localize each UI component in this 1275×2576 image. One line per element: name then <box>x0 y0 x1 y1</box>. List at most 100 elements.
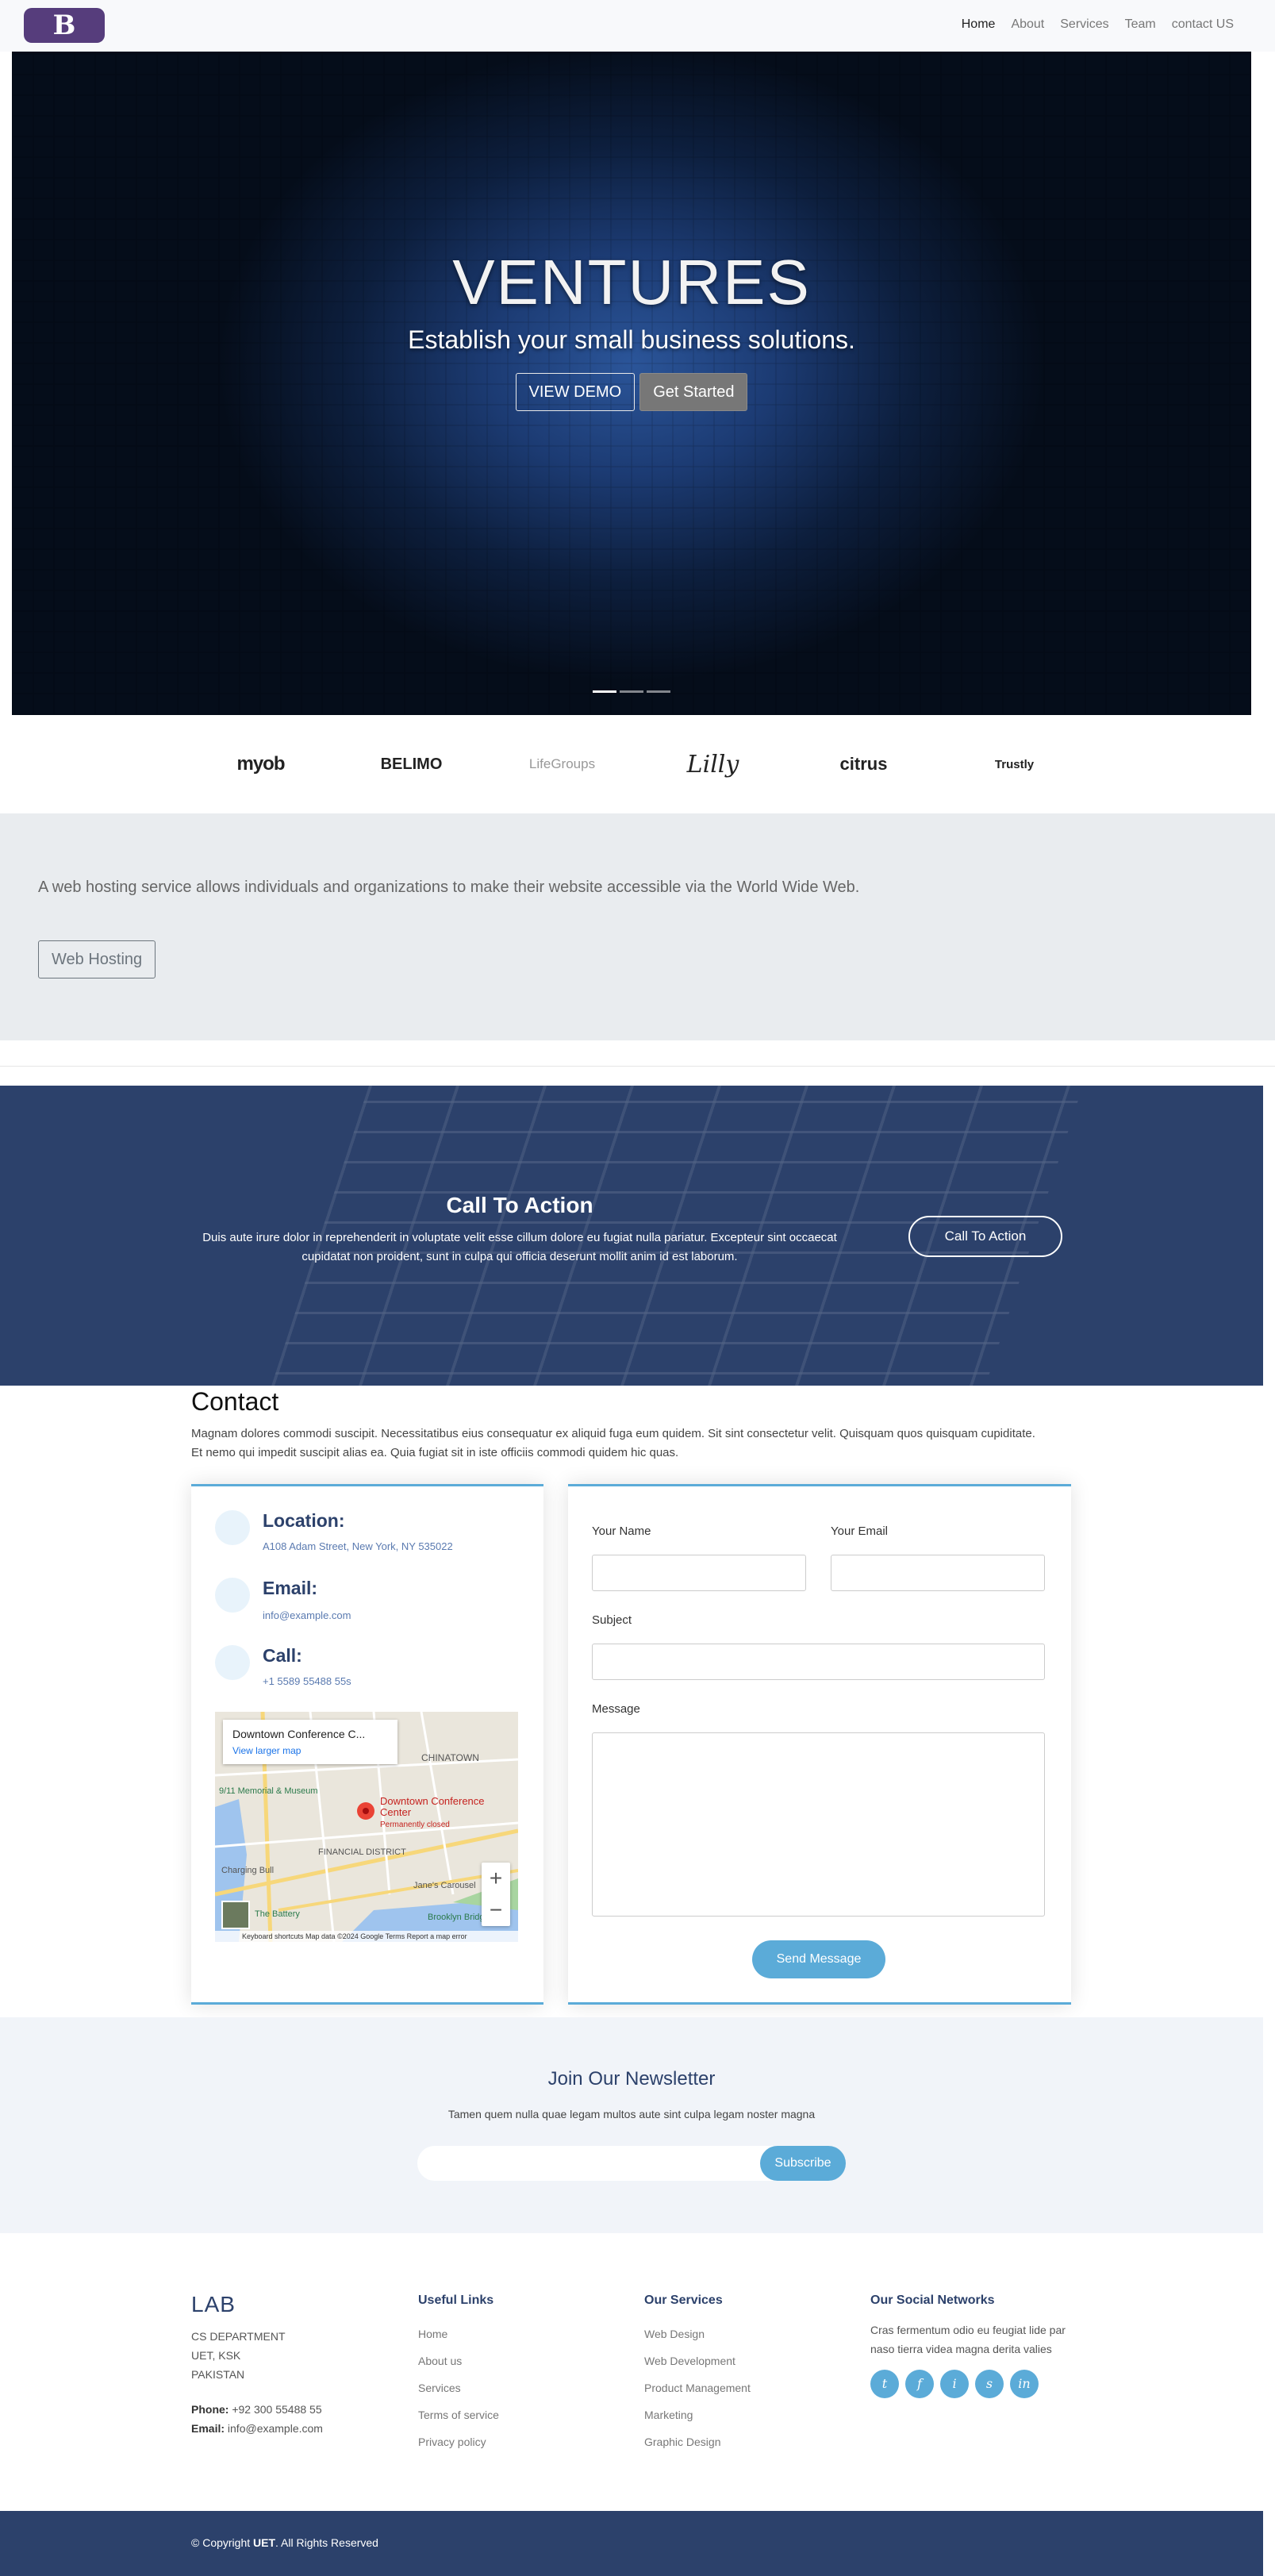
copyright-suffix: . All Rights Reserved <box>275 2536 378 2549</box>
carousel-indicator-3[interactable] <box>647 690 670 693</box>
newsletter-title: Join Our Newsletter <box>547 2068 716 2090</box>
footer-link-services[interactable]: Services <box>418 2374 499 2401</box>
footer-link-home[interactable]: Home <box>418 2320 499 2347</box>
location-icon <box>215 1510 250 1545</box>
instagram-icon[interactable]: i <box>940 2370 969 2398</box>
name-label: Your Name <box>592 1524 651 1538</box>
our-services: Our Services Web Design Web Development … <box>644 2293 751 2455</box>
footer-link-about[interactable]: About us <box>418 2347 499 2374</box>
brand-logo[interactable]: B <box>24 8 105 43</box>
map-label-carousel: Jane's Carousel <box>413 1881 476 1890</box>
map-label-financial-district: FINANCIAL DISTRICT <box>318 1847 406 1857</box>
client-logo-belimo: BELIMO <box>380 755 443 773</box>
nav-services[interactable]: Services <box>1060 17 1108 32</box>
view-demo-button[interactable]: VIEW DEMO <box>515 373 636 411</box>
name-field[interactable] <box>592 1555 806 1591</box>
client-logo-myob: myob <box>236 753 285 775</box>
footer-brand: LAB <box>191 2292 236 2316</box>
email-field-label: Your Email <box>831 1524 888 1538</box>
send-message-button[interactable]: Send Message <box>752 1940 885 1978</box>
call-value: +1 5589 55488 55s <box>263 1675 351 1687</box>
zoom-out-button[interactable]: − <box>482 1894 510 1926</box>
service-graphic-design[interactable]: Graphic Design <box>644 2428 751 2455</box>
map-pin-status: Permanently closed <box>380 1821 450 1829</box>
map-label-battery: The Battery <box>255 1909 300 1919</box>
embedded-map[interactable]: CHINATOWN FINANCIAL DISTRICT 9/11 Memori… <box>215 1712 518 1942</box>
footer-link-privacy[interactable]: Privacy policy <box>418 2428 499 2455</box>
carousel-indicator-1[interactable] <box>593 690 616 693</box>
call-label: Call: <box>263 1645 302 1666</box>
email-value: info@example.com <box>263 1609 351 1621</box>
social-icons: t f i s in <box>870 2370 1077 2398</box>
get-started-button[interactable]: Get Started <box>639 373 748 411</box>
web-hosting-button[interactable]: Web Hosting <box>38 940 156 978</box>
nav-about[interactable]: About <box>1011 17 1044 32</box>
email-field[interactable] <box>831 1555 1045 1591</box>
client-logo-lifegroups: LifeGroups <box>528 756 596 771</box>
view-larger-map-link[interactable]: View larger map <box>232 1745 301 1756</box>
hero-title: VENTURES <box>452 247 811 317</box>
newsletter-form: Subscribe <box>417 2146 846 2181</box>
nav-team[interactable]: Team <box>1125 17 1156 32</box>
hero-subtitle: Establish your small business solutions. <box>408 325 855 354</box>
subscribe-button[interactable]: Subscribe <box>760 2146 846 2181</box>
map-label-chinatown: CHINATOWN <box>421 1752 479 1763</box>
social-networks-title: Our Social Networks <box>870 2293 995 2307</box>
facebook-icon[interactable]: f <box>905 2370 934 2398</box>
nav-contact[interactable]: contact US <box>1172 17 1234 32</box>
service-web-design[interactable]: Web Design <box>644 2320 751 2347</box>
footer-address: CS DEPARTMENT UET, KSK PAKISTAN <box>191 2327 323 2384</box>
hero-carousel: VENTURES Establish your small business s… <box>12 52 1251 715</box>
client-logos: myob BELIMO LifeGroups Lilly citrus Trus… <box>0 715 1275 813</box>
skype-icon[interactable]: s <box>975 2370 1004 2398</box>
social-networks: Our Social Networks Cras fermentum odio … <box>870 2293 1077 2398</box>
hero-buttons: VIEW DEMO Get Started <box>12 373 1251 411</box>
subject-field[interactable] <box>592 1644 1045 1680</box>
copyright-brand: UET <box>253 2536 276 2549</box>
useful-links: Useful Links Home About us Services Term… <box>418 2293 499 2455</box>
email-label: Email: <box>191 2422 225 2435</box>
contact-title: Contact <box>191 1387 279 1416</box>
footer-link-terms[interactable]: Terms of service <box>418 2401 499 2428</box>
location-label: Location: <box>263 1510 345 1531</box>
carousel-indicators <box>12 690 1251 693</box>
client-logo-citrus: citrus <box>839 754 888 774</box>
map-label-charging-bull: Charging Bull <box>221 1866 274 1875</box>
footer-email: info@example.com <box>227 2422 323 2435</box>
service-marketing[interactable]: Marketing <box>644 2401 751 2428</box>
map-pin-title: Downtown Conference Center <box>380 1795 485 1818</box>
service-web-development[interactable]: Web Development <box>644 2347 751 2374</box>
email-icon <box>215 1578 250 1613</box>
cta-section: Call To Action Duis aute irure dolor in … <box>0 1086 1263 1386</box>
client-logo-trustly: Trustly <box>994 757 1035 771</box>
call-to-action-button[interactable]: Call To Action <box>908 1216 1062 1257</box>
client-logo-lilly: Lilly <box>686 750 739 779</box>
cta-title: Call To Action <box>446 1193 593 1217</box>
address-line: UET, KSK <box>191 2349 241 2362</box>
footer: LAB CS DEPARTMENT UET, KSK PAKISTAN Phon… <box>0 2233 1263 2511</box>
message-field[interactable] <box>592 1732 1045 1917</box>
map-satellite-toggle[interactable] <box>221 1901 250 1929</box>
newsletter-section: Join Our Newsletter Tamen quem nulla qua… <box>0 2017 1263 2233</box>
location-value: A108 Adam Street, New York, NY 535022 <box>263 1540 453 1552</box>
newsletter-email-input[interactable] <box>417 2146 758 2181</box>
linkedin-icon[interactable]: in <box>1010 2370 1039 2398</box>
map-pin-label[interactable]: Downtown Conference Center Permanently c… <box>380 1796 518 1831</box>
map-label-memorial: 9/11 Memorial & Museum <box>219 1786 318 1796</box>
hosting-text: A web hosting service allows individuals… <box>38 879 860 896</box>
social-text: Cras fermentum odio eu feugiat lide par … <box>870 2324 1066 2355</box>
email-label: Email: <box>263 1578 318 1598</box>
footer-info: LAB CS DEPARTMENT UET, KSK PAKISTAN Phon… <box>191 2292 323 2438</box>
twitter-icon[interactable]: t <box>870 2370 899 2398</box>
nav-home[interactable]: Home <box>962 17 996 32</box>
carousel-indicator-2[interactable] <box>620 690 643 693</box>
newsletter-text: Tamen quem nulla quae legam multos aute … <box>447 2108 816 2120</box>
service-product-management[interactable]: Product Management <box>644 2374 751 2401</box>
divider <box>0 1066 1275 1067</box>
call-info: Call: +1 5589 55488 55s <box>215 1645 532 1693</box>
map-place-card: Downtown Conference C... View larger map <box>223 1720 397 1764</box>
zoom-in-button[interactable]: + <box>482 1863 510 1894</box>
address-line: CS DEPARTMENT <box>191 2330 286 2343</box>
phone-label: Phone: <box>191 2403 229 2416</box>
cta-text: Duis aute irure dolor in reprehenderit i… <box>202 1231 837 1263</box>
